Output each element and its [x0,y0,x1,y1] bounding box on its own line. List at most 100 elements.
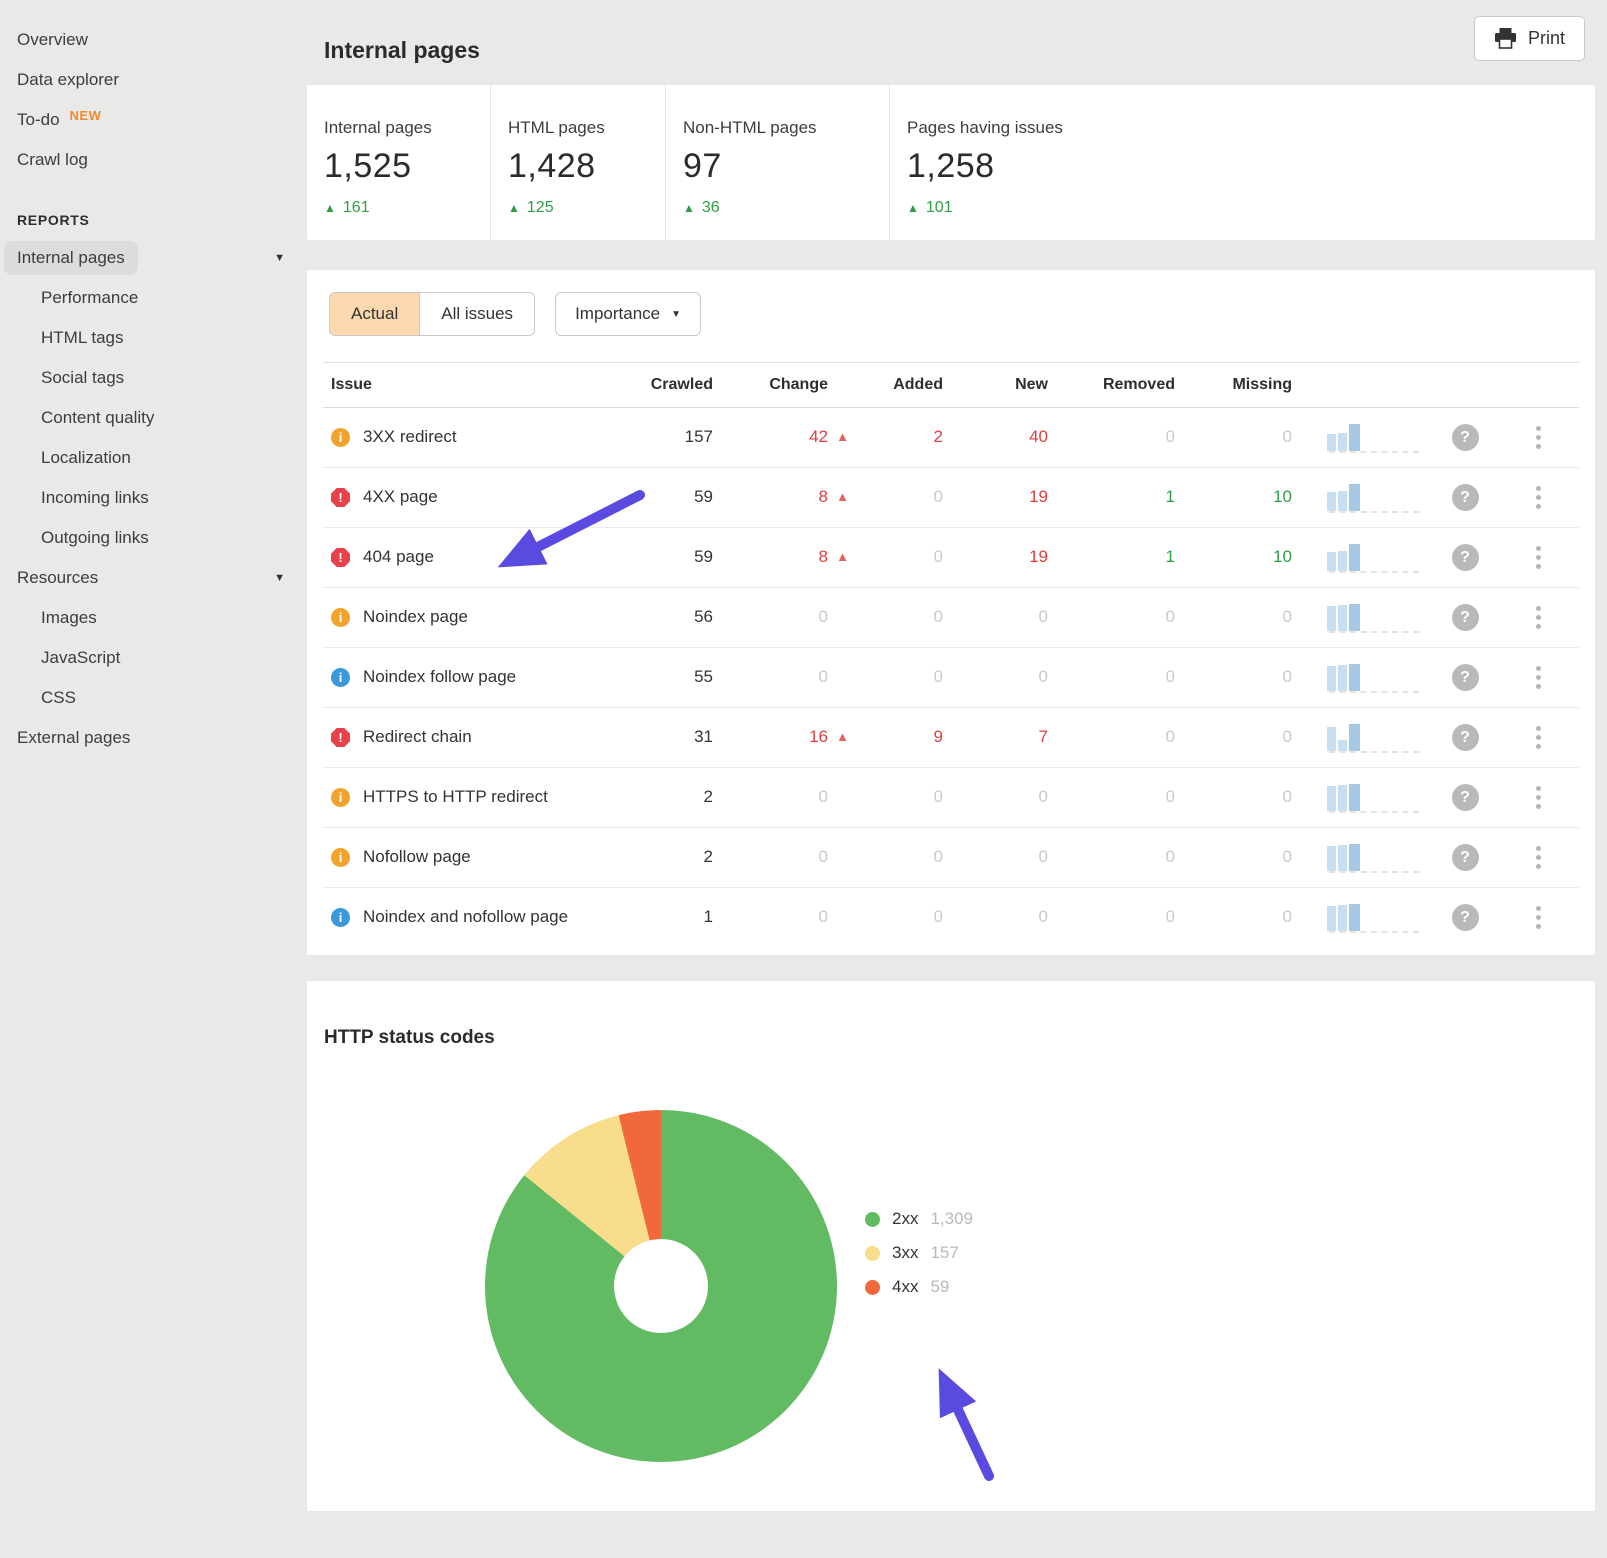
sidebar-item-javascript[interactable]: JavaScript [0,638,307,678]
stat-card-non-html-pages[interactable]: Non-HTML pages97▲36 [665,85,889,240]
sidebar-item-label: HTML tags [41,328,124,348]
column-header-change[interactable]: Change▲ [713,376,850,394]
sidebar-item-crawl-log[interactable]: Crawl log [0,140,307,180]
new-cell: 0 [943,844,1048,870]
help-icon[interactable]: ? [1452,724,1479,751]
crawled-cell: 59 [613,544,713,570]
issue-label: Noindex and nofollow page [363,904,578,930]
table-row[interactable]: iNoindex follow page550▲0000? [323,648,1579,708]
table-row[interactable]: iNofollow page20▲0000? [323,828,1579,888]
kebab-menu-icon[interactable] [1530,544,1547,571]
kebab-dot [1536,504,1541,509]
change-value: 8 [819,484,828,510]
print-button[interactable]: Print [1474,16,1585,61]
sidebar-item-content-quality[interactable]: Content quality [0,398,307,438]
kebab-menu-icon[interactable] [1530,724,1547,751]
legend-item-2xx[interactable]: 2xx1,309 [865,1209,973,1229]
http-status-donut-chart [485,1110,837,1462]
stat-card-pages-having-issues[interactable]: Pages having issues1,258▲101 [889,85,1595,240]
sidebar-item-incoming-links[interactable]: Incoming links [0,478,307,518]
kebab-dot [1536,606,1541,611]
help-icon[interactable]: ? [1452,604,1479,631]
change-cell: 42▲ [713,424,850,450]
issue-label: Redirect chain [363,724,578,750]
change-value: 0 [819,844,828,870]
legend-item-4xx[interactable]: 4xx59 [865,1277,973,1297]
stat-card-internal-pages[interactable]: Internal pages1,525▲161 [307,85,490,240]
tab-all-issues[interactable]: All issues [419,293,534,335]
column-header-added[interactable]: Added [850,376,943,394]
sidebar-item-resources[interactable]: Resources▼ [0,558,307,598]
sidebar-item-images[interactable]: Images [0,598,307,638]
legend-dot-icon [865,1212,880,1227]
help-icon[interactable]: ? [1452,664,1479,691]
trend-cell [1292,784,1432,811]
sidebar-item-internal-pages[interactable]: Internal pages▼ [0,238,307,278]
kebab-dot [1536,846,1541,851]
spark-bar [1338,491,1347,511]
table-row[interactable]: iHTTPS to HTTP redirect20▲0000? [323,768,1579,828]
kebab-menu-icon[interactable] [1530,604,1547,631]
kebab-menu-icon[interactable] [1530,484,1547,511]
removed-cell: 0 [1048,424,1175,450]
issue-label: Noindex follow page [363,664,578,690]
change-cell: 16▲ [713,724,850,750]
sidebar-item-data-explorer[interactable]: Data explorer [0,60,307,100]
legend-item-3xx[interactable]: 3xx157 [865,1243,973,1263]
sidebar-item-external-pages[interactable]: External pages [0,718,307,758]
chevron-down-icon[interactable]: ▼ [274,252,285,264]
stat-card-html-pages[interactable]: HTML pages1,428▲125 [490,85,665,240]
column-header-removed[interactable]: Removed [1048,376,1175,394]
column-header-crawled[interactable]: Crawled [613,376,713,394]
table-row[interactable]: iNoindex and nofollow page10▲0000? [323,888,1579,947]
table-row[interactable]: i3XX redirect15742▲24000? [323,408,1579,468]
warning-icon: i [331,848,350,867]
kebab-menu-icon[interactable] [1530,664,1547,691]
kebab-dot [1536,486,1541,491]
issue-cell: !4XX page [323,484,613,510]
missing-cell: 0 [1175,424,1292,450]
menu-cell [1498,424,1579,451]
kebab-menu-icon[interactable] [1530,844,1547,871]
column-header-missing[interactable]: Missing [1175,376,1292,394]
error-icon: ! [331,728,350,747]
sidebar-item-performance[interactable]: Performance [0,278,307,318]
help-icon[interactable]: ? [1452,544,1479,571]
stat-delta: ▲161 [324,199,480,217]
column-header-new[interactable]: New [943,376,1048,394]
tab-actual[interactable]: Actual [330,293,419,335]
sidebar-item-html-tags[interactable]: HTML tags [0,318,307,358]
sidebar-item-label: Performance [41,288,138,308]
table-row[interactable]: !4XX page598▲019110? [323,468,1579,528]
importance-dropdown[interactable]: Importance ▼ [555,292,701,336]
help-icon[interactable]: ? [1452,484,1479,511]
column-header-issue[interactable]: Issue [323,376,613,394]
kebab-dot [1536,615,1541,620]
table-row[interactable]: iNoindex page560▲0000? [323,588,1579,648]
help-icon[interactable]: ? [1452,784,1479,811]
table-row[interactable]: !404 page598▲019110? [323,528,1579,588]
trend-sparkline-chart [1327,484,1419,511]
help-icon[interactable]: ? [1452,904,1479,931]
sidebar-item-localization[interactable]: Localization [0,438,307,478]
sidebar-item-overview[interactable]: Overview [0,20,307,60]
sidebar-item-to-do[interactable]: To-doNEW [0,100,307,140]
kebab-menu-icon[interactable] [1530,904,1547,931]
sidebar-item-social-tags[interactable]: Social tags [0,358,307,398]
sidebar-item-css[interactable]: CSS [0,678,307,718]
removed-cell: 0 [1048,784,1175,810]
spark-bar [1327,727,1336,751]
sidebar-item-outgoing-links[interactable]: Outgoing links [0,518,307,558]
trend-cell [1292,424,1432,451]
new-cell: 0 [943,664,1048,690]
help-icon[interactable]: ? [1452,424,1479,451]
kebab-dot [1536,426,1541,431]
spark-bar [1338,785,1347,811]
kebab-menu-icon[interactable] [1530,424,1547,451]
help-icon[interactable]: ? [1452,844,1479,871]
spark-bar [1349,544,1360,571]
kebab-menu-icon[interactable] [1530,784,1547,811]
removed-cell: 1 [1048,484,1175,510]
chevron-down-icon[interactable]: ▼ [274,572,285,584]
table-row[interactable]: !Redirect chain3116▲9700? [323,708,1579,768]
